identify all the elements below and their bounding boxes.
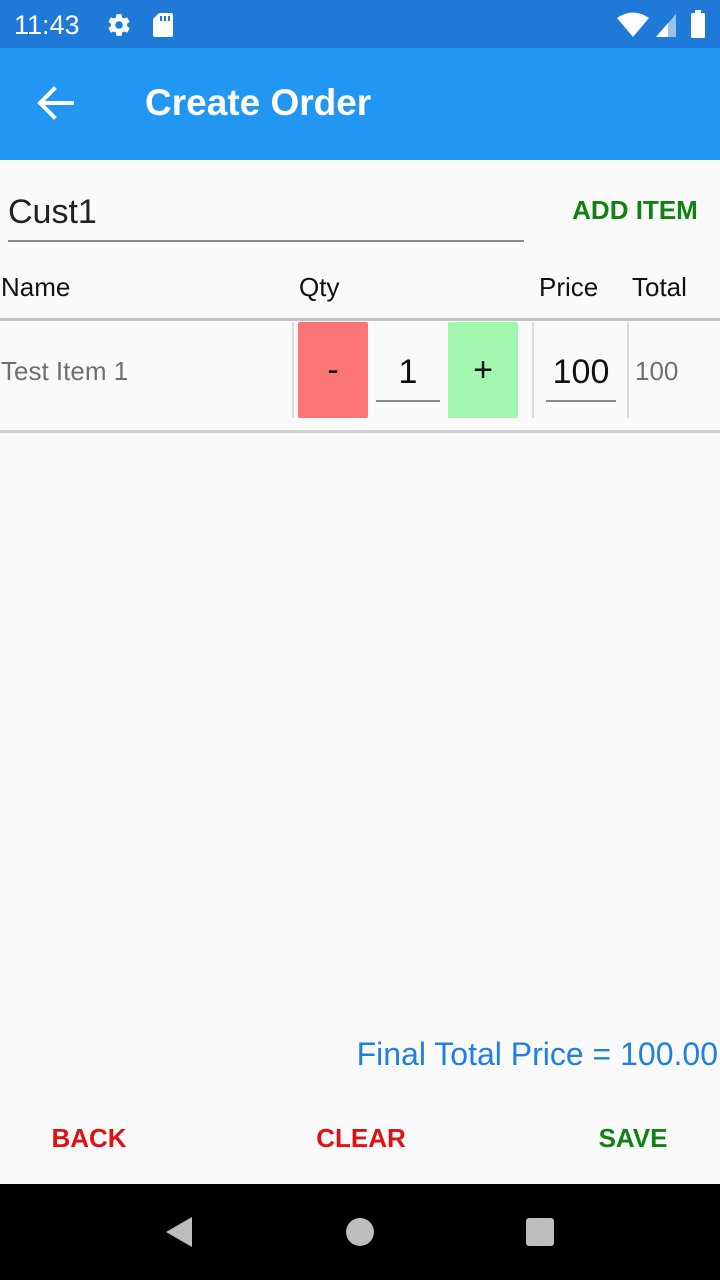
qty-input[interactable] — [376, 344, 440, 402]
sd-card-icon — [153, 13, 173, 37]
wifi-icon — [617, 12, 649, 37]
column-divider — [532, 322, 534, 418]
table-row-divider — [0, 430, 720, 433]
nav-back-icon[interactable] — [164, 1216, 194, 1248]
item-name: Test Item 1 — [1, 356, 129, 386]
table-header-divider — [0, 318, 720, 321]
column-header-qty: Qty — [299, 272, 340, 302]
price-input[interactable] — [546, 344, 616, 402]
clear-button[interactable]: CLEAR — [298, 1118, 424, 1158]
increase-qty-button[interactable]: + — [448, 322, 518, 418]
customer-name-input[interactable] — [8, 184, 524, 242]
status-bar: 11:43 — [0, 0, 720, 48]
save-button[interactable]: SAVE — [574, 1118, 692, 1158]
settings-gear-icon — [108, 14, 130, 36]
add-item-button[interactable]: ADD ITEM — [560, 190, 710, 230]
column-header-total: Total — [632, 272, 687, 302]
column-header-name: Name — [1, 272, 71, 302]
battery-icon — [691, 10, 705, 38]
column-header-price: Price — [539, 272, 599, 302]
nav-recents-icon[interactable] — [526, 1218, 554, 1246]
app-bar: Create Order — [0, 48, 720, 160]
nav-home-icon[interactable] — [346, 1218, 374, 1246]
final-total-price: Final Total Price = 100.00 — [356, 1036, 718, 1072]
column-divider — [627, 322, 629, 418]
column-divider — [292, 322, 294, 418]
back-button[interactable]: BACK — [28, 1118, 150, 1158]
arrow-back-icon[interactable] — [36, 86, 74, 120]
item-total: 100 — [635, 356, 679, 386]
page-title: Create Order — [145, 82, 372, 123]
decrease-qty-button[interactable]: - — [298, 322, 368, 418]
cell-signal-icon — [656, 14, 676, 37]
status-time: 11:43 — [14, 10, 80, 40]
